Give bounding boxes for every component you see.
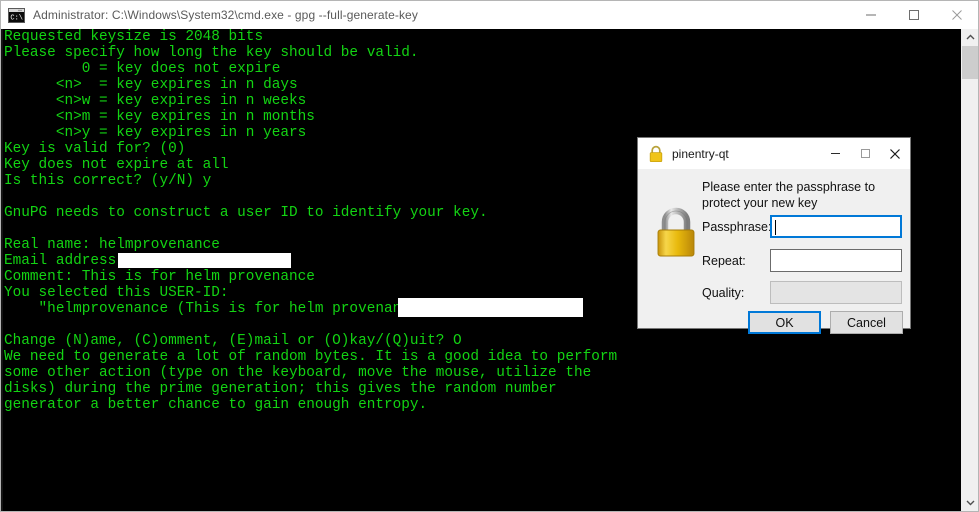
text-caret [775,220,776,235]
terminal-line: We need to generate a lot of random byte… [4,349,618,365]
terminal-line: Change (N)ame, (C)omment, (E)mail or (O)… [4,333,462,349]
console-vertical-scrollbar[interactable] [961,29,978,511]
minimize-icon[interactable] [849,1,892,29]
cmd-console-icon: C:\ [8,7,25,23]
quality-meter [770,281,902,304]
close-icon[interactable] [935,1,978,29]
console-titlebar[interactable]: C:\ Administrator: C:\Windows\System32\c… [1,1,978,29]
console-window-controls [849,1,978,29]
dialog-titlebar[interactable]: pinentry-qt [638,138,910,169]
screen: C:\ Administrator: C:\Windows\System32\c… [0,0,979,512]
padlock-large-icon [652,205,700,261]
repeat-label: Repeat: [702,253,746,268]
passphrase-input[interactable] [770,215,902,238]
cancel-button[interactable]: Cancel [830,311,903,334]
close-icon[interactable] [880,138,910,169]
terminal-line: <n>m = key expires in n months [4,109,315,125]
email-address-redaction [118,253,291,268]
dialog-window-controls [820,138,910,169]
dialog-message: Please enter the passphrase to protect y… [702,180,876,210]
passphrase-row: Passphrase: [702,215,902,238]
pinentry-dialog: pinentry-qt Please enter the passphrase … [637,137,911,334]
dialog-button-row: OK Cancel [748,311,903,334]
console-title-text: Administrator: C:\Windows\System32\cmd.e… [33,8,418,22]
user-id-email-redaction [398,298,583,317]
terminal-line: some other action (type on the keyboard,… [4,365,592,381]
quality-row: Quality: [702,281,902,304]
padlock-icon [648,145,664,163]
quality-label: Quality: [702,285,745,300]
chevron-down-icon[interactable] [962,494,978,511]
scrollbar-track[interactable] [962,46,978,494]
ok-button[interactable]: OK [748,311,821,334]
chevron-up-icon[interactable] [961,29,978,46]
maximize-icon[interactable] [850,138,880,169]
repeat-row: Repeat: [702,249,902,272]
svg-text:C:\: C:\ [10,14,23,22]
terminal-line: generator a better chance to gain enough… [4,397,428,413]
maximize-icon[interactable] [892,1,935,29]
scrollbar-thumb[interactable] [962,46,978,79]
terminal-line: <n> = key expires in n days [4,77,298,93]
terminal-line: Please specify how long the key should b… [4,45,419,61]
terminal-line: 0 = key does not expire [4,61,281,77]
dialog-body: Please enter the passphrase to protect y… [638,169,910,334]
dialog-title-text: pinentry-qt [672,146,729,161]
terminal-line: <n>w = key expires in n weeks [4,93,307,109]
repeat-input[interactable] [770,249,902,272]
passphrase-label: Passphrase: [702,219,772,234]
terminal-line: disks) during the prime generation; this… [4,381,557,397]
minimize-icon[interactable] [820,138,850,169]
terminal-line: Requested keysize is 2048 bits [4,29,264,45]
